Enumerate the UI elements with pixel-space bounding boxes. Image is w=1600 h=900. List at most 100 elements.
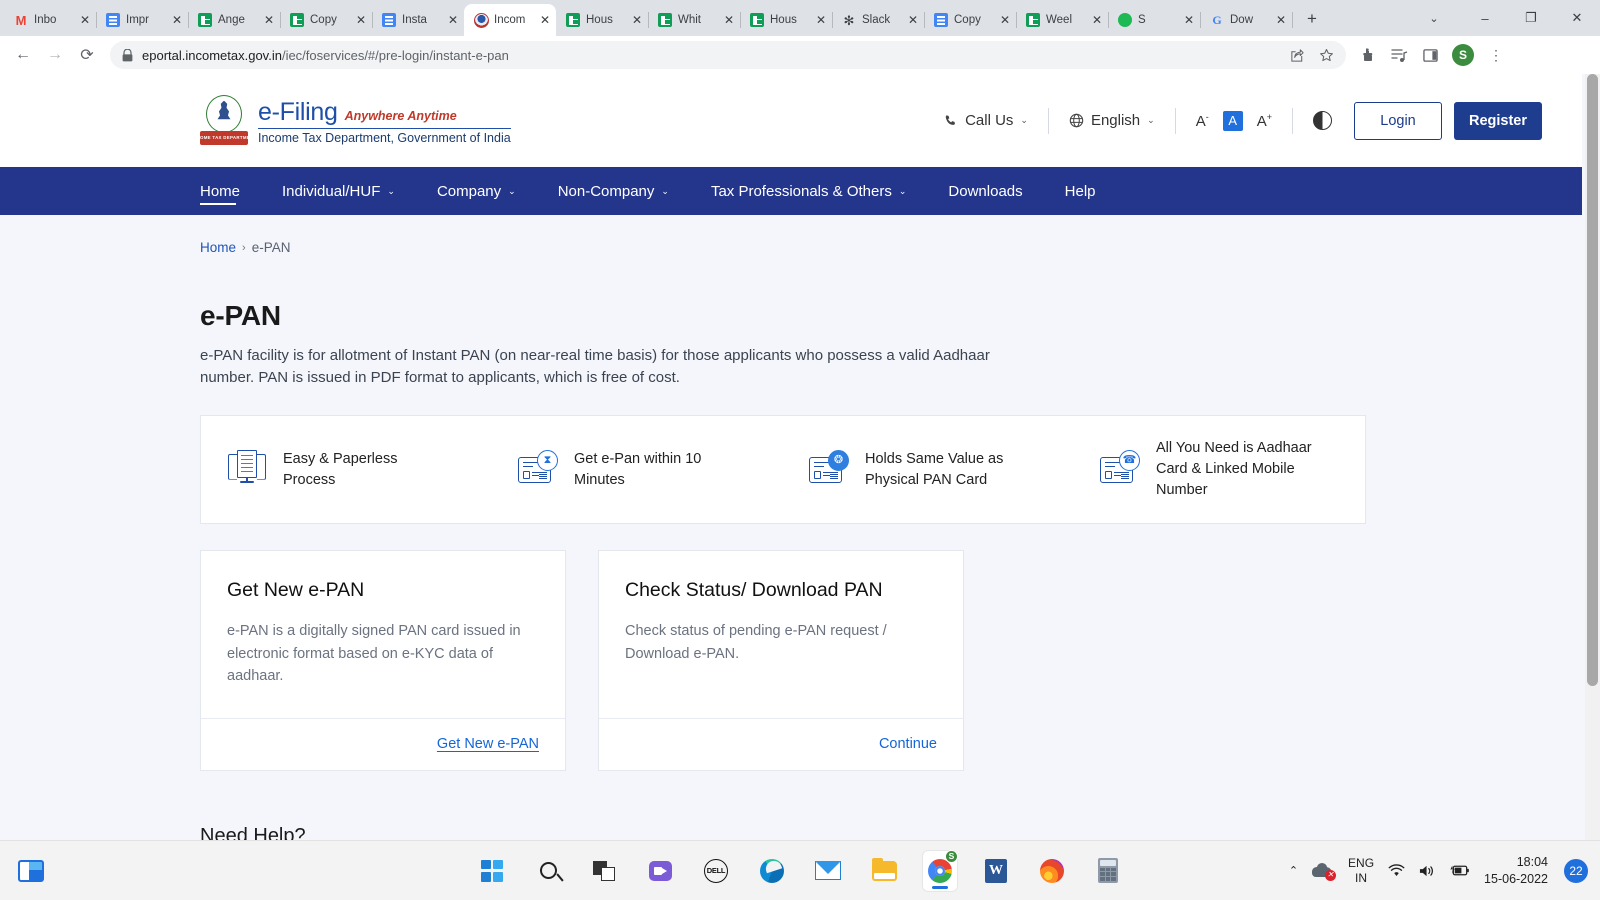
tab-close-icon[interactable]: ✕ [356,14,366,26]
nav-item-downloads[interactable]: Downloads [948,167,1022,215]
tab-close-icon[interactable]: ✕ [172,14,182,26]
nav-label: Company [436,182,502,200]
browser-tab[interactable]: ✻ Slack ✕ [832,4,925,36]
nav-item-tax-professionals[interactable]: Tax Professionals & Others ⌄ [711,167,906,215]
search-icon[interactable] [531,851,565,891]
browser-tab-active[interactable]: Incom ✕ [464,4,556,36]
maximize-button[interactable]: ❐ [1508,2,1554,34]
browser-tab[interactable]: Whit ✕ [648,4,741,36]
tab-close-icon[interactable]: ✕ [1092,14,1102,26]
edge-icon[interactable] [755,851,789,891]
font-increase-button[interactable]: A+ [1257,112,1272,130]
language-line2: IN [1355,870,1368,885]
wifi-icon[interactable] [1388,863,1405,878]
word-icon[interactable]: W [979,851,1013,891]
forward-button[interactable]: → [40,40,70,70]
tab-close-icon[interactable]: ✕ [1000,14,1010,26]
side-panel-icon[interactable] [1416,41,1444,69]
calculator-icon[interactable] [1091,851,1125,891]
google-sheets-icon [289,12,305,28]
browser-menu-button[interactable]: ⋮ [1482,41,1510,69]
nav-item-individual-huf[interactable]: Individual/HUF ⌄ [282,167,395,215]
id-card-fingerprint-icon: ❂ [809,449,849,490]
google-docs-icon [933,12,949,28]
get-new-epan-link[interactable]: Get New e-PAN [437,736,539,752]
mail-icon[interactable] [811,851,845,891]
new-tab-button[interactable]: + [1298,5,1326,33]
font-normal-button[interactable]: A [1222,110,1243,131]
address-bar[interactable]: eportal.incometax.gov.in/iec/foservices/… [110,41,1346,69]
tab-close-icon[interactable]: ✕ [448,14,458,26]
globe-icon [1069,113,1084,128]
nav-item-home[interactable]: Home [200,167,240,215]
start-icon[interactable] [475,851,509,891]
browser-tab[interactable]: Impr ✕ [96,4,189,36]
dell-icon[interactable]: DELL [699,851,733,891]
login-button[interactable]: Login [1354,101,1442,140]
page-scrollbar[interactable] [1585,74,1600,840]
browser-tab[interactable]: Ange ✕ [188,4,281,36]
onedrive-error-icon[interactable]: ✕ [1312,862,1337,881]
chrome-icon[interactable]: S [923,849,958,891]
browser-tab[interactable]: Hous ✕ [556,4,649,36]
star-icon[interactable] [1319,48,1334,63]
register-button[interactable]: Register [1454,101,1542,140]
site-logo[interactable]: INCOME TAX DEPARTMENT e-Filing Anywhere … [192,94,511,147]
nav-item-company[interactable]: Company ⌄ [437,167,516,215]
file-explorer-icon[interactable] [867,851,901,891]
call-us-dropdown[interactable]: Call Us ⌄ [944,112,1028,129]
puzzle-icon[interactable] [1354,41,1382,69]
continue-link[interactable]: Continue [879,736,937,752]
nav-label: Tax Professionals & Others [710,182,892,200]
language-indicator[interactable]: ENG IN [1348,856,1374,885]
tab-close-icon[interactable]: ✕ [540,14,550,26]
clock[interactable]: 18:04 15-06-2022 [1484,854,1548,888]
share-icon[interactable] [1290,48,1305,63]
income-tax-emblem-icon [473,12,489,28]
tab-close-icon[interactable]: ✕ [816,14,826,26]
battery-charging-icon[interactable] [1450,864,1470,877]
tab-close-icon[interactable]: ✕ [724,14,734,26]
browser-tab[interactable]: Copy ✕ [924,4,1017,36]
browser-tab[interactable]: S ✕ [1108,4,1201,36]
browser-tab[interactable]: Insta ✕ [372,4,464,36]
scrollbar-thumb[interactable] [1587,74,1598,686]
volume-icon[interactable] [1419,864,1436,878]
tab-close-icon[interactable]: ✕ [1184,14,1194,26]
tray-expand-icon[interactable]: ⌃ [1289,864,1298,877]
browser-tab[interactable]: M Inbo ✕ [4,4,97,36]
chat-icon[interactable] [643,851,677,891]
language-dropdown[interactable]: English ⌄ [1069,112,1155,129]
browser-tab[interactable]: G Dow ✕ [1200,4,1293,36]
breadcrumb-home-link[interactable]: Home [200,240,236,255]
media-playlist-icon[interactable] [1385,41,1413,69]
tab-close-icon[interactable]: ✕ [632,14,642,26]
tab-close-icon[interactable]: ✕ [1276,14,1286,26]
tab-close-icon[interactable]: ✕ [264,14,274,26]
tab-close-icon[interactable]: ✕ [908,14,918,26]
back-button[interactable]: ← [8,40,38,70]
header-actions: Call Us ⌄ English ⌄ A- A A+ Login Regist… [944,101,1542,140]
feature-label: Get e-Pan within 10 Minutes [574,450,702,488]
lock-icon[interactable] [122,48,133,62]
browser-tab[interactable]: Weel ✕ [1016,4,1109,36]
nav-item-non-company[interactable]: Non-Company ⌄ [558,167,669,215]
task-view-icon[interactable] [587,851,621,891]
firefox-icon[interactable] [1035,851,1069,891]
card-footer: Get New e-PAN [201,717,565,770]
close-window-button[interactable]: ✕ [1554,2,1600,34]
browser-tab[interactable]: Hous ✕ [740,4,833,36]
minimize-button[interactable]: – [1462,2,1508,34]
taskbar-left [18,859,44,882]
reload-button[interactable]: ⟳ [72,40,102,70]
browser-tab[interactable]: Copy ✕ [280,4,373,36]
search-tabs-icon[interactable]: ⌄ [1406,2,1462,34]
nav-item-help[interactable]: Help [1065,167,1096,215]
tab-close-icon[interactable]: ✕ [80,14,90,26]
font-decrease-button[interactable]: A- [1196,112,1209,130]
profile-avatar[interactable]: S [1452,44,1474,66]
widgets-icon[interactable] [18,859,44,882]
notification-badge[interactable]: 22 [1564,858,1588,883]
contrast-icon[interactable] [1313,111,1332,130]
feature-item: Easy & Paperless Process [201,449,492,491]
